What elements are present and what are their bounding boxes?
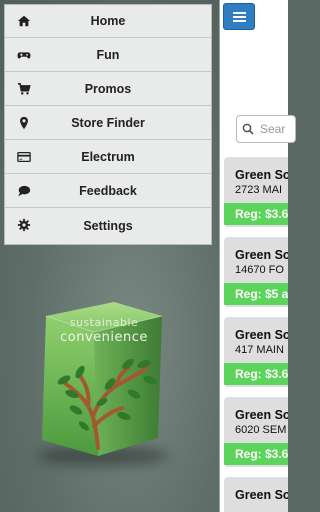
map-marker-icon <box>20 116 28 130</box>
store-price: Reg: $3.6 <box>235 207 288 221</box>
menu-item-home[interactable]: Home <box>5 5 211 38</box>
store-card[interactable]: Green Sc 6020 SEM Reg: $3.6 <box>224 397 288 467</box>
gamepad-icon <box>17 52 31 59</box>
menu-item-label: Feedback <box>79 184 137 198</box>
hamburger-line <box>233 20 246 22</box>
home-icon <box>17 15 31 27</box>
store-name: Green Sc <box>235 408 288 422</box>
menu-item-label: Fun <box>96 48 120 62</box>
logo-tagline-bottom: convenience <box>60 330 148 345</box>
hamburger-line <box>233 16 246 18</box>
menu-item-label: Promos <box>84 82 132 96</box>
menu-item-settings[interactable]: Settings <box>5 209 211 242</box>
menu-item-label: Store Finder <box>71 116 145 130</box>
store-price-bar: Reg: $3.6 <box>224 363 288 385</box>
store-name: Green Sc <box>235 328 288 342</box>
store-name: Green Sc <box>235 248 288 262</box>
store-card[interactable]: Green Sc 14670 FO Reg: $5 a <box>224 237 288 307</box>
store-address: 2723 MAI <box>235 184 283 196</box>
menu-item-promos[interactable]: Promos <box>5 73 211 106</box>
store-address: 417 MAIN <box>235 344 284 356</box>
store-name: Green Sc <box>235 488 288 502</box>
store-price-bar: Reg: $3.6 <box>224 203 288 225</box>
menu-item-electrum[interactable]: Electrum <box>5 141 211 174</box>
search-input[interactable]: Sear <box>236 115 296 143</box>
comment-icon <box>18 185 31 197</box>
credit-card-icon <box>17 151 31 163</box>
store-name: Green Sc <box>235 168 288 182</box>
menu-item-label: Settings <box>83 218 133 233</box>
store-price: Reg: $3.6 <box>235 367 288 381</box>
menu-item-feedback[interactable]: Feedback <box>5 175 211 208</box>
hamburger-line <box>233 12 246 14</box>
store-price-bar: Reg: $3.6 <box>224 443 288 465</box>
store-card[interactable]: Green Sc 2723 MAI Reg: $3.6 <box>224 157 288 227</box>
cart-icon <box>17 82 31 95</box>
menu-item-fun[interactable]: Fun <box>5 39 211 72</box>
menu-item-label: Electrum <box>81 150 135 164</box>
menu-item-store-finder[interactable]: Store Finder <box>5 107 211 140</box>
search-placeholder: Sear <box>260 122 286 136</box>
store-card[interactable]: Green Sc 417 MAIN Reg: $3.6 <box>224 317 288 387</box>
store-price-bar: Reg: $5 a <box>224 283 288 305</box>
gear-icon <box>17 218 31 232</box>
side-menu: Home Fun Promos Store Finder Electrum Fe… <box>4 4 212 245</box>
store-price: Reg: $3.6 <box>235 447 288 461</box>
menu-item-label: Home <box>90 14 126 28</box>
store-address: 6020 SEM <box>235 424 287 436</box>
search-icon <box>242 123 254 135</box>
logo-tagline-top: sustainable <box>69 316 139 329</box>
store-price: Reg: $5 a <box>235 287 288 301</box>
store-card[interactable]: Green Sc <box>224 477 288 512</box>
store-address: 14670 FO <box>235 264 284 276</box>
menu-toggle-button[interactable] <box>223 3 255 30</box>
